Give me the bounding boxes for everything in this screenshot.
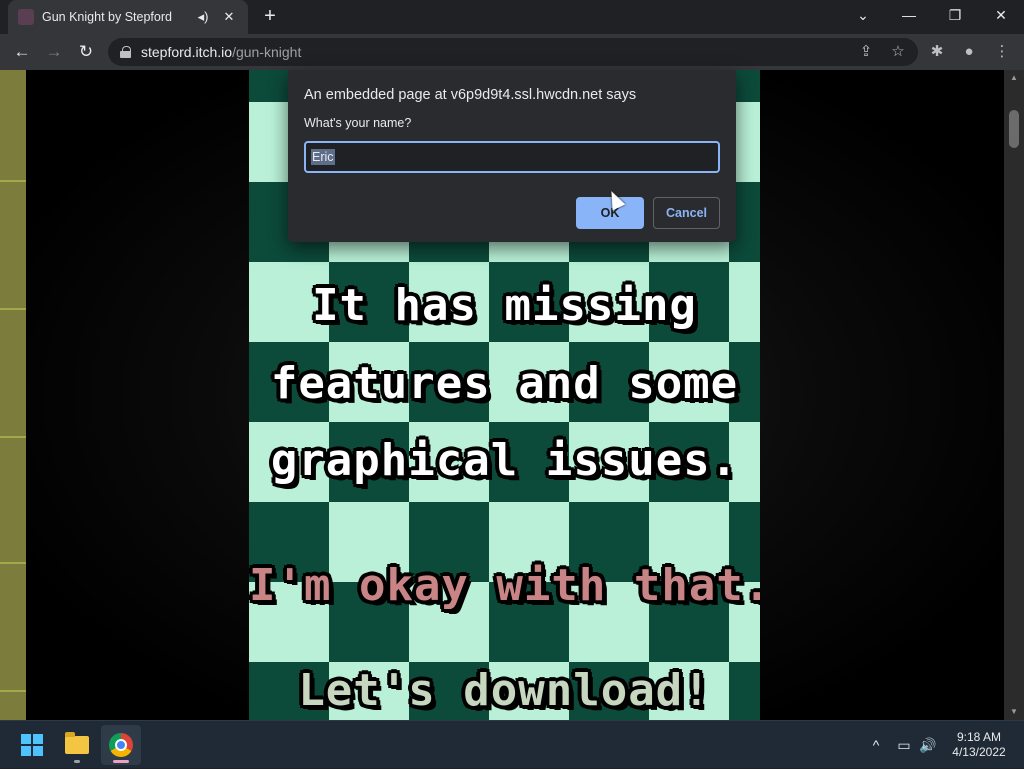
share-icon[interactable]: ⇪	[852, 38, 880, 66]
game-text-line: It has missing	[312, 280, 697, 331]
scroll-thumb[interactable]	[1009, 110, 1019, 148]
page-side-decoration	[0, 70, 26, 720]
bookmark-star-icon[interactable]: ☆	[884, 38, 912, 66]
dialog-title: An embedded page at v6p9d9t4.ssl.hwcdn.n…	[304, 87, 637, 103]
game-text-line-okay: I'm okay with that.	[249, 560, 760, 611]
scroll-up-arrow-icon[interactable]: ▲	[1004, 70, 1024, 86]
js-prompt-dialog: An embedded page at v6p9d9t4.ssl.hwcdn.n…	[288, 70, 736, 242]
network-icon[interactable]: ▭	[892, 721, 916, 769]
name-input-selection: Eric	[311, 149, 335, 165]
windows-logo-icon	[21, 734, 43, 756]
game-text-line-download: Let's download!	[298, 665, 711, 716]
tab-title: Gun Knight by Stepford	[42, 10, 172, 24]
forward-button[interactable]: →	[40, 38, 68, 66]
reload-button[interactable]: ↻	[72, 38, 100, 66]
speaker-icon[interactable]: ◂)	[194, 9, 212, 25]
tab-search-button[interactable]: ⌄	[840, 0, 886, 30]
address-bar[interactable]: stepford.itch.io/gun-knight	[108, 38, 918, 66]
cancel-button[interactable]: Cancel	[653, 197, 720, 229]
clock-date: 4/13/2022	[952, 745, 1006, 759]
tab-gun-knight[interactable]: Gun Knight by Stepford ◂) ✕	[8, 0, 248, 34]
volume-icon[interactable]: 🔊	[916, 721, 940, 769]
profile-icon[interactable]: ●	[955, 38, 983, 66]
windows-taskbar: ^ ▭ 🔊 9:18 AM 4/13/2022	[0, 720, 1024, 768]
minimize-button[interactable]: —	[886, 0, 932, 30]
clock-time: 9:18 AM	[956, 730, 1002, 744]
dialog-message: What's your name?	[304, 116, 412, 130]
tab-strip: Gun Knight by Stepford ◂) ✕ + ⌄ — ❐ ✕	[0, 0, 1024, 34]
back-button[interactable]: ←	[8, 38, 36, 66]
folder-icon	[65, 732, 89, 754]
system-clock[interactable]: 9:18 AM 4/13/2022	[944, 730, 1014, 760]
url-path: /gun-knight	[232, 44, 302, 60]
name-input[interactable]	[304, 141, 720, 173]
lock-icon[interactable]	[120, 46, 131, 58]
chrome-taskbar-button[interactable]	[101, 725, 141, 765]
scroll-down-arrow-icon[interactable]: ▼	[1004, 704, 1024, 720]
window-close-button[interactable]: ✕	[978, 0, 1024, 30]
chrome-menu-icon[interactable]: ⋮	[988, 38, 1016, 66]
chrome-icon	[109, 733, 133, 757]
new-tab-button[interactable]: +	[258, 5, 282, 29]
start-button[interactable]	[12, 725, 52, 765]
game-text-line: features and some	[270, 358, 739, 409]
extensions-icon[interactable]: ✱	[923, 38, 951, 66]
game-text-line: graphical issues.	[270, 435, 739, 486]
tray-overflow-chevron-icon[interactable]: ^	[864, 721, 888, 769]
itch-favicon-icon	[18, 9, 34, 25]
page-scrollbar[interactable]: ▲ ▼	[1004, 70, 1024, 720]
restore-button[interactable]: ❐	[932, 0, 978, 30]
file-explorer-button[interactable]	[57, 725, 97, 765]
url-host: stepford.itch.io	[141, 44, 233, 60]
browser-toolbar: ← → ↻ stepford.itch.io/gun-knight ⇪ ☆ ✱ …	[0, 34, 1024, 70]
tab-close-icon[interactable]: ✕	[220, 9, 238, 25]
